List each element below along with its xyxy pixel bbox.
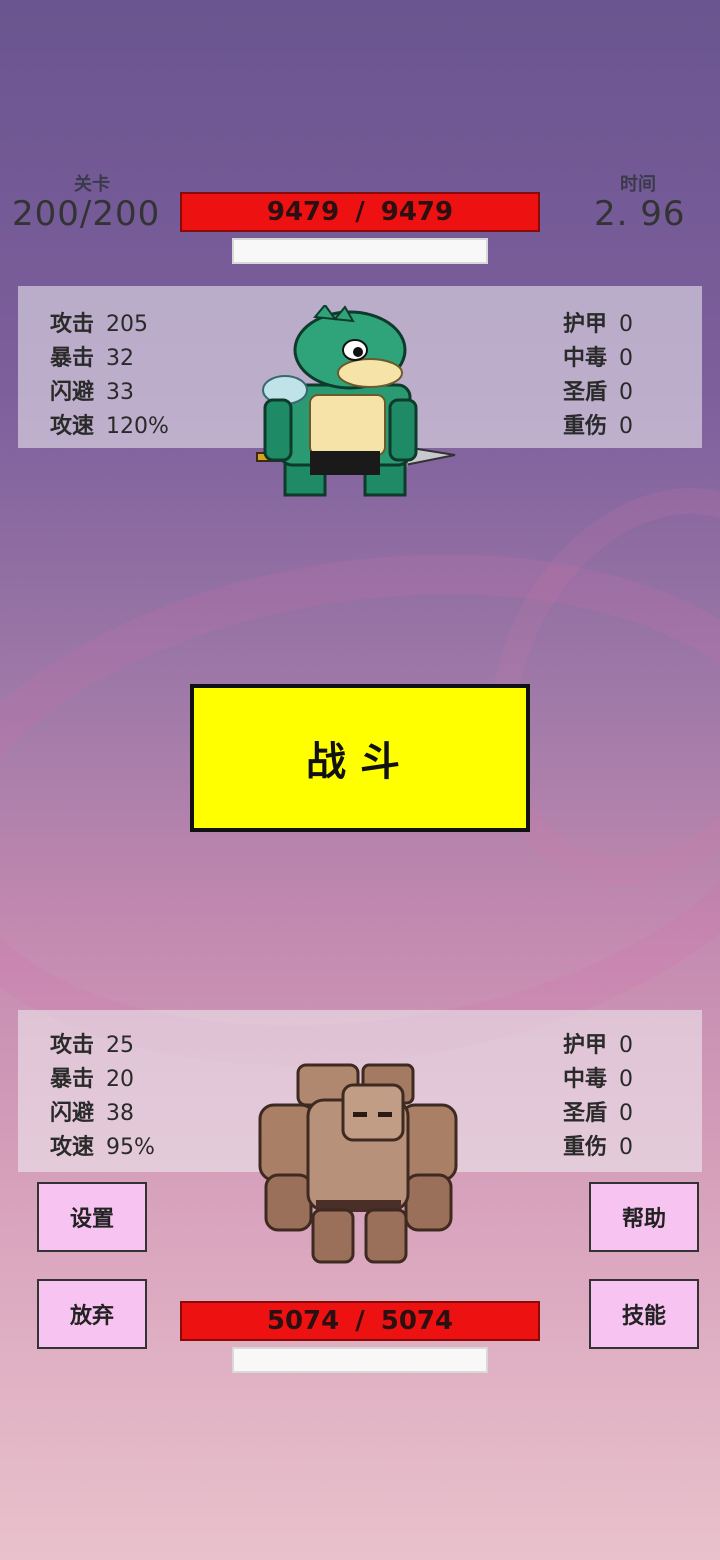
rock-golem-sprite [258,1063,458,1264]
player-stat-armor: 护甲 0 [563,1033,634,1058]
level-value: 200/200 [12,194,161,234]
enemy-stat-dodge: 闪避 33 [50,380,135,405]
player-stat-dodge: 闪避 38 [50,1101,135,1126]
enemy-hp-bar: 9479 / 9479 [180,192,540,232]
player-stat-crit: 暴击 20 [50,1067,135,1092]
enemy-stat-crit: 暴击 32 [50,346,135,371]
player-hp-separator: / [355,1306,365,1336]
frog-warrior-sprite [256,305,456,497]
enemy-hp-max: 9479 [380,197,454,227]
enemy-stat-poison: 中毒 0 [563,346,634,371]
player-stat-attack: 攻击 25 [50,1033,135,1058]
enemy-energy-bar [232,238,488,264]
skills-button[interactable]: 技能 [589,1279,699,1349]
player-stat-holy-shield: 圣盾 0 [563,1101,634,1126]
enemy-stat-wound: 重伤 0 [563,414,634,439]
player-energy-bar [232,1347,488,1373]
player-hp-current: 5074 [266,1306,340,1336]
enemy-hp-current: 9479 [266,197,340,227]
help-button[interactable]: 帮助 [589,1182,699,1252]
time-label: 时间 [620,174,656,195]
enemy-stat-attack: 攻击 205 [50,312,149,337]
enemy-stat-holy-shield: 圣盾 0 [563,380,634,405]
give-up-button[interactable]: 放弃 [37,1279,147,1349]
level-label: 关卡 [74,174,110,195]
enemy-stat-armor: 护甲 0 [563,312,634,337]
enemy-stat-speed: 攻速 120% [50,414,169,439]
fight-button[interactable]: 战斗 [190,684,530,832]
player-hp-bar: 5074 / 5074 [180,1301,540,1341]
settings-button[interactable]: 设置 [37,1182,147,1252]
enemy-hp-separator: / [355,197,365,227]
player-stat-speed: 攻速 95% [50,1135,155,1160]
time-value: 2. 96 [594,194,686,234]
player-stat-wound: 重伤 0 [563,1135,634,1160]
player-stat-poison: 中毒 0 [563,1067,634,1092]
player-hp-max: 5074 [380,1306,454,1336]
